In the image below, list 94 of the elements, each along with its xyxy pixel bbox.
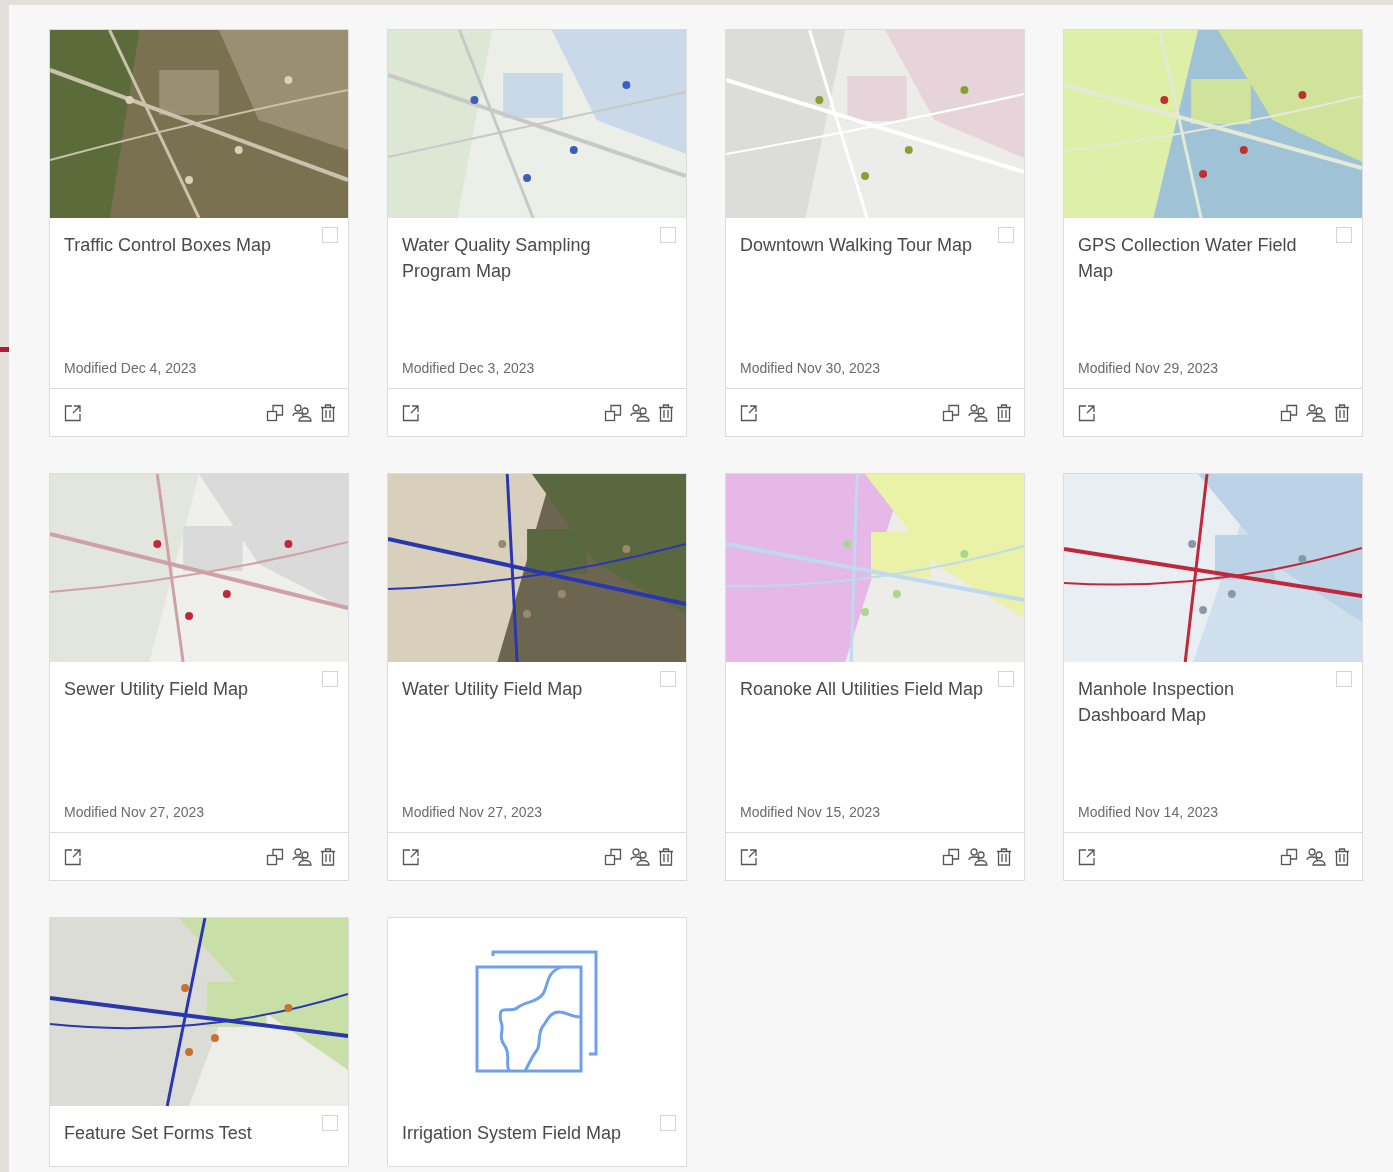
modified-date: Modified Nov 27, 2023: [402, 804, 544, 820]
select-checkbox[interactable]: [998, 671, 1014, 687]
people-icon: [1306, 847, 1326, 866]
delete-button[interactable]: [320, 847, 336, 866]
trash-icon: [996, 847, 1012, 866]
edge-marker: [0, 347, 9, 352]
share-button[interactable]: [968, 403, 988, 422]
trash-icon: [1334, 847, 1350, 866]
trash-icon: [658, 403, 674, 422]
select-checkbox[interactable]: [322, 1115, 338, 1131]
card-title: Manhole Inspection Dashboard Map: [1078, 678, 1236, 727]
select-checkbox[interactable]: [660, 227, 676, 243]
people-icon: [292, 403, 312, 422]
card-title: Sewer Utility Field Map: [64, 678, 250, 701]
open-button[interactable]: [1078, 403, 1096, 422]
select-checkbox[interactable]: [998, 227, 1014, 243]
copy-icon: [942, 847, 960, 866]
external-link-icon: [740, 403, 758, 422]
delete-button[interactable]: [658, 403, 674, 422]
modified-date: Modified Nov 30, 2023: [740, 360, 882, 376]
share-button[interactable]: [292, 403, 312, 422]
delete-button[interactable]: [658, 847, 674, 866]
modified-date: Modified Nov 27, 2023: [64, 804, 206, 820]
card-title: GPS Collection Water Field Map: [1078, 234, 1298, 283]
select-checkbox[interactable]: [1336, 227, 1352, 243]
copy-button[interactable]: [942, 847, 960, 866]
open-button[interactable]: [64, 403, 82, 422]
trash-icon: [320, 847, 336, 866]
delete-button[interactable]: [1334, 847, 1350, 866]
select-checkbox[interactable]: [322, 671, 338, 687]
people-icon: [968, 847, 988, 866]
trash-icon: [658, 847, 674, 866]
share-button[interactable]: [1306, 847, 1326, 866]
open-button[interactable]: [740, 847, 758, 866]
card-title: Irrigation System Field Map: [402, 1122, 623, 1145]
delete-button[interactable]: [996, 403, 1012, 422]
map-layers-icon: [475, 950, 599, 1074]
external-link-icon: [1078, 847, 1096, 866]
external-link-icon: [402, 403, 420, 422]
trash-icon: [1334, 403, 1350, 422]
trash-icon: [320, 403, 336, 422]
people-icon: [292, 847, 312, 866]
select-checkbox[interactable]: [1336, 671, 1352, 687]
delete-button[interactable]: [320, 403, 336, 422]
external-link-icon: [64, 847, 82, 866]
card-title: Traffic Control Boxes Map: [64, 234, 273, 257]
card-title: Roanoke All Utilities Field Map: [740, 678, 985, 701]
people-icon: [968, 403, 988, 422]
copy-icon: [266, 403, 284, 422]
modified-date: Modified Dec 4, 2023: [64, 360, 198, 376]
select-checkbox[interactable]: [660, 1115, 676, 1131]
card-title: Water Utility Field Map: [402, 678, 584, 701]
open-button[interactable]: [402, 847, 420, 866]
external-link-icon: [1078, 403, 1096, 422]
share-button[interactable]: [630, 403, 650, 422]
people-icon: [1306, 403, 1326, 422]
open-button[interactable]: [1078, 847, 1096, 866]
copy-button[interactable]: [604, 847, 622, 866]
people-icon: [630, 847, 650, 866]
delete-button[interactable]: [996, 847, 1012, 866]
card-title: Feature Set Forms Test: [64, 1122, 253, 1145]
select-checkbox[interactable]: [322, 227, 338, 243]
select-checkbox[interactable]: [660, 671, 676, 687]
trash-icon: [996, 403, 1012, 422]
copy-icon: [266, 847, 284, 866]
card-title: Water Quality Sampling Program Map: [402, 234, 592, 283]
delete-button[interactable]: [1334, 403, 1350, 422]
copy-icon: [604, 403, 622, 422]
open-button[interactable]: [64, 847, 82, 866]
card-title: Downtown Walking Tour Map: [740, 234, 974, 257]
modified-date: Modified Nov 15, 2023: [740, 804, 882, 820]
copy-icon: [942, 403, 960, 422]
copy-button[interactable]: [1280, 403, 1298, 422]
external-link-icon: [64, 403, 82, 422]
copy-button[interactable]: [1280, 847, 1298, 866]
share-button[interactable]: [630, 847, 650, 866]
copy-icon: [1280, 847, 1298, 866]
people-icon: [630, 403, 650, 422]
share-button[interactable]: [292, 847, 312, 866]
external-link-icon: [740, 847, 758, 866]
external-link-icon: [402, 847, 420, 866]
open-button[interactable]: [740, 403, 758, 422]
open-button[interactable]: [402, 403, 420, 422]
copy-button[interactable]: [266, 403, 284, 422]
share-button[interactable]: [968, 847, 988, 866]
copy-button[interactable]: [266, 847, 284, 866]
modified-date: Modified Nov 29, 2023: [1078, 360, 1220, 376]
modified-date: Modified Dec 3, 2023: [402, 360, 536, 376]
copy-button[interactable]: [942, 403, 960, 422]
copy-button[interactable]: [604, 403, 622, 422]
copy-icon: [604, 847, 622, 866]
modified-date: Modified Nov 14, 2023: [1078, 804, 1220, 820]
share-button[interactable]: [1306, 403, 1326, 422]
copy-icon: [1280, 403, 1298, 422]
